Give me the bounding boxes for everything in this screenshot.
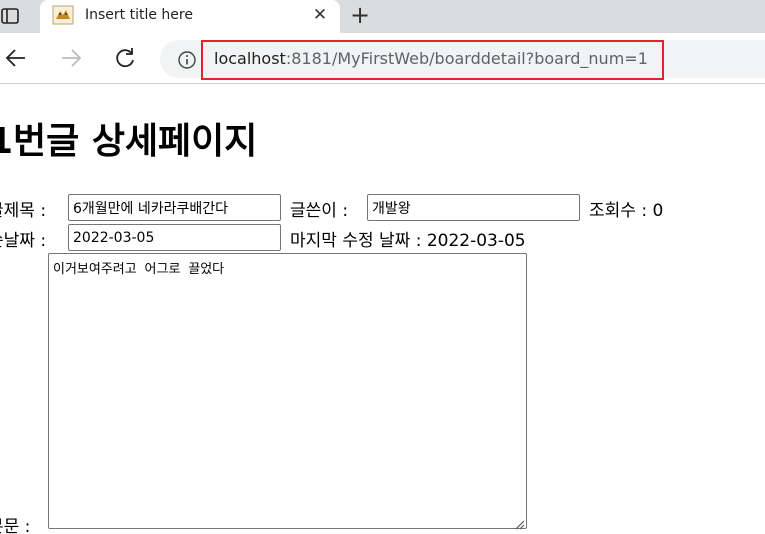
reload-button[interactable] <box>112 45 138 71</box>
content-textarea[interactable]: 이거보여주려고 어그로 끌었다 <box>48 253 527 529</box>
views-label: 조회수 : 0 <box>589 201 664 221</box>
new-tab-button[interactable]: + <box>348 3 372 27</box>
forward-button[interactable] <box>58 45 84 71</box>
info-icon[interactable] <box>177 50 197 70</box>
resize-grip-icon[interactable] <box>513 515 525 530</box>
forward-arrow-icon <box>62 49 82 67</box>
modified-date-label: 마지막 수정 날짜 : 2022-03-05 <box>290 231 526 251</box>
url-host: localhost <box>214 49 286 68</box>
writer-label: 글쓴이 : <box>290 201 349 221</box>
title-label: 글제목 : <box>0 201 47 221</box>
address-bar[interactable]: localhost:8181/MyFirstWeb/boarddetail?bo… <box>160 40 765 80</box>
date-input[interactable] <box>68 224 281 251</box>
page-content: 1번글 상세페이지 글제목 : 글쓴이 : 조회수 : 0 쓴날짜 : 마지막 … <box>0 84 765 534</box>
url-path: :8181/MyFirstWeb/boarddetail?board_num=1 <box>285 49 648 68</box>
reload-icon <box>116 48 134 68</box>
tomcat-favicon-icon <box>52 5 74 25</box>
back-button[interactable] <box>3 45 29 71</box>
date-label: 쓴날짜 : <box>0 231 47 251</box>
tab-active[interactable]: Insert title here ✕ <box>40 0 340 33</box>
tab-close-icon[interactable]: ✕ <box>310 5 330 25</box>
page-title: 1번글 상세페이지 <box>0 121 258 162</box>
back-arrow-icon <box>5 49 25 67</box>
title-input[interactable] <box>68 194 281 221</box>
url-text[interactable]: localhost:8181/MyFirstWeb/boarddetail?bo… <box>214 49 648 68</box>
tab-actions-icon[interactable] <box>0 7 20 25</box>
tab-strip: Insert title here ✕ + <box>0 0 765 33</box>
content-label: 본문 : <box>0 517 31 534</box>
browser-toolbar: localhost:8181/MyFirstWeb/boarddetail?bo… <box>0 33 765 84</box>
tab-title: Insert title here <box>85 7 193 23</box>
writer-input[interactable] <box>367 194 580 221</box>
